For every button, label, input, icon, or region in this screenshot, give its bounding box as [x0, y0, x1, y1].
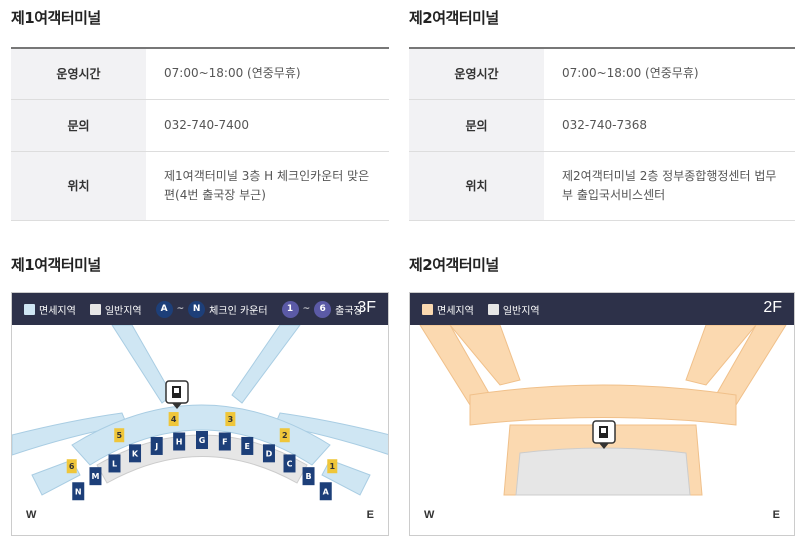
checkin-counter-n: N: [72, 482, 85, 501]
terminal2-title: 제2여객터미널: [409, 9, 499, 27]
concourse-arm: [111, 325, 173, 404]
west-label: W: [26, 509, 37, 521]
gate-label: 6: [69, 462, 75, 471]
row-value: 07:00~18:00 (연중무휴): [544, 48, 795, 100]
terminal1-info-table: 운영시간 07:00~18:00 (연중무휴) 문의 032-740-7400 …: [11, 47, 389, 221]
counter-label: L: [112, 459, 117, 468]
row-value: 032-740-7368: [544, 99, 795, 152]
checkin-counter-b: B: [302, 467, 315, 486]
counter-label: J: [154, 442, 158, 451]
row-value: 07:00~18:00 (연중무휴): [146, 48, 389, 100]
general-area: [515, 447, 691, 496]
table-row: 운영시간 07:00~18:00 (연중무휴): [409, 48, 795, 100]
floor-label: 2F: [763, 299, 782, 316]
counter-label: A: [323, 487, 330, 496]
departure-gate-4: 4: [168, 412, 179, 427]
main-concourse: [469, 384, 737, 426]
terminal2-map-title: 제2여객터미널: [409, 256, 499, 274]
legend-general: 일반지역: [502, 305, 540, 317]
floor-label: 3F: [357, 299, 376, 316]
checkin-counter-j: J: [150, 436, 163, 455]
gate-label: 3: [228, 415, 234, 424]
row-label: 문의: [409, 99, 544, 152]
east-label: E: [366, 509, 374, 521]
row-value: 032-740-7400: [146, 99, 389, 152]
counter-label: B: [305, 472, 311, 481]
counter-label: H: [176, 437, 183, 446]
general-swatch: [487, 303, 499, 315]
duty-free-swatch: [24, 303, 35, 315]
counter-label: N: [75, 487, 82, 496]
concourse-arm: [231, 325, 301, 404]
table-row: 문의 032-740-7368: [409, 99, 795, 152]
checkin-counter-g: G: [196, 431, 208, 449]
location-marker-icon: [165, 380, 189, 409]
checkin-to-badge: N: [188, 300, 206, 318]
legend-duty-free: 면세지역: [39, 305, 76, 317]
checkin-counter-k: K: [129, 444, 142, 463]
legend-duty-free: 면세지역: [437, 305, 474, 317]
departure-gate-1: 1: [327, 459, 338, 474]
row-label: 위치: [11, 151, 146, 221]
gate-label: 2: [282, 431, 288, 440]
terminal1-map: 면세지역 일반지역 A ~ N 체크인 카운터 1 ~ 6 출국장 3F N M…: [11, 292, 389, 536]
terminal1-map-title: 제1여객터미널: [11, 256, 101, 274]
checkin-counter-m: M: [89, 467, 102, 486]
gate-label: 4: [171, 415, 177, 424]
gate-from-badge: 1: [281, 300, 299, 318]
checkin-counter-e: E: [241, 436, 254, 455]
checkin-from-badge: A: [155, 300, 173, 318]
west-label: W: [424, 509, 435, 521]
departure-gate-2: 2: [279, 428, 290, 443]
east-label: E: [772, 509, 780, 521]
terminal1-floor-plan: NM L K J H G F E D C B A 6 5 4 3 2 1: [12, 325, 388, 501]
table-row: 위치 제1여객터미널 3층 H 체크인카운터 맞은 편(4번 출국장 부근): [11, 151, 389, 221]
legend-general: 일반지역: [104, 305, 142, 317]
gate-to-badge: 6: [314, 300, 332, 318]
checkin-counter-d: D: [262, 444, 275, 463]
duty-free-swatch: [422, 303, 433, 315]
gate-label: 1: [329, 462, 335, 471]
table-row: 문의 032-740-7400: [11, 99, 389, 152]
row-label: 운영시간: [409, 48, 544, 100]
gate-label: 5: [116, 431, 122, 440]
row-label: 위치: [409, 151, 544, 221]
departure-gate-5: 5: [114, 428, 125, 443]
counter-label: K: [132, 449, 139, 458]
counter-label: F: [222, 437, 227, 446]
map-legend: 면세지역 일반지역 A ~ N 체크인 카운터 1 ~ 6 출국장 3F: [12, 293, 388, 325]
table-row: 위치 제2여객터미널 2층 정부종합행정센터 법무부 출입국서비스센터: [409, 151, 795, 221]
counter-label: M: [91, 472, 99, 481]
checkin-counter-h: H: [173, 432, 186, 451]
terminal2-map: 면세지역 일반지역 2F W E: [409, 292, 795, 536]
counter-label: C: [287, 459, 293, 468]
terminal1-title: 제1여객터미널: [11, 9, 101, 27]
terminal2-info-table: 운영시간 07:00~18:00 (연중무휴) 문의 032-740-7368 …: [409, 47, 795, 221]
checkin-counter-a: A: [319, 482, 332, 501]
departure-gate-6: 6: [66, 459, 77, 474]
checkin-counter-c: C: [283, 454, 296, 473]
checkin-counter-l: L: [108, 454, 121, 473]
checkin-counter-f: F: [218, 432, 231, 451]
legend-checkin: 체크인 카운터: [209, 305, 268, 317]
table-row: 운영시간 07:00~18:00 (연중무휴): [11, 48, 389, 100]
row-label: 문의: [11, 99, 146, 152]
row-value: 제1여객터미널 3층 H 체크인카운터 맞은 편(4번 출국장 부근): [146, 151, 389, 221]
map-legend: 면세지역 일반지역 2F: [410, 293, 794, 325]
counter-label: G: [199, 436, 206, 445]
counter-label: D: [266, 449, 273, 458]
row-value: 제2여객터미널 2층 정부종합행정센터 법무부 출입국서비스센터: [544, 151, 795, 221]
general-swatch: [89, 303, 101, 315]
row-label: 운영시간: [11, 48, 146, 100]
terminal2-floor-plan: [419, 325, 787, 496]
counter-label: E: [245, 442, 250, 451]
departure-gate-3: 3: [225, 412, 236, 427]
